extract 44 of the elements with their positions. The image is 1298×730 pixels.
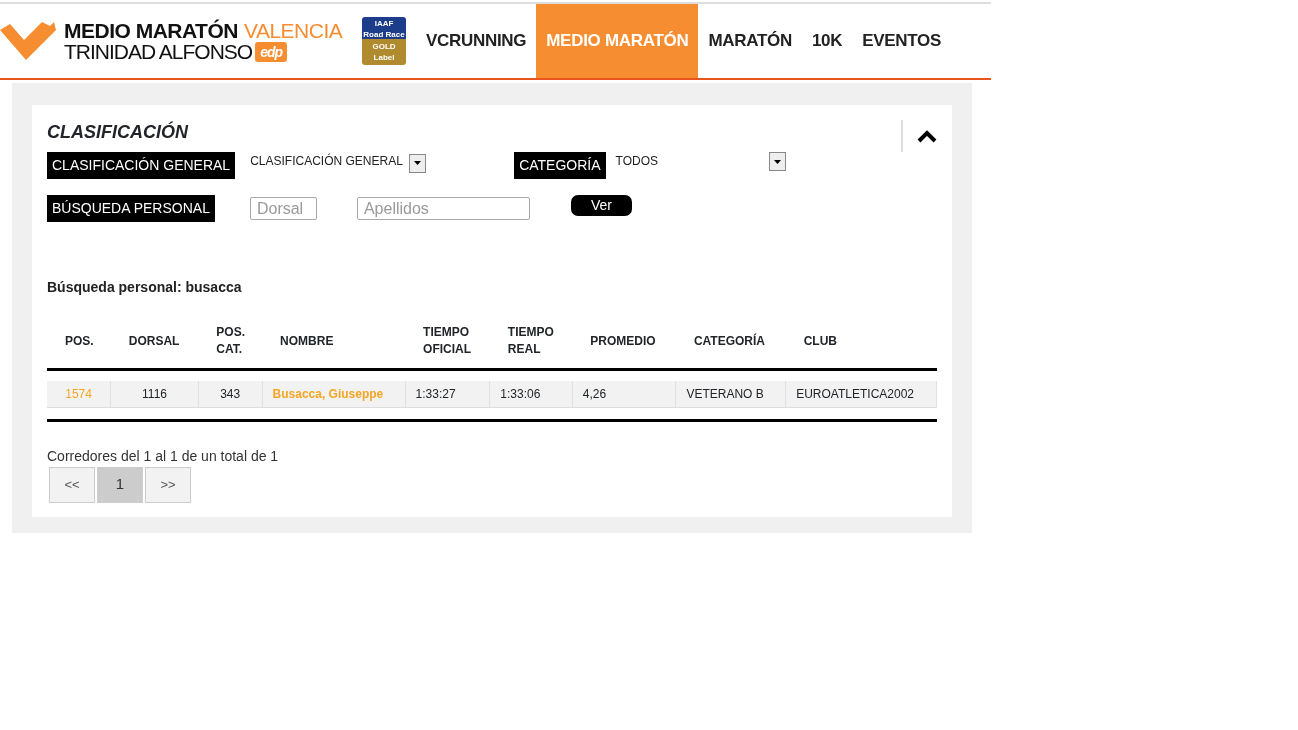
table-cell: 4,26 [572, 380, 676, 407]
nav-link[interactable]: 10K [801, 4, 853, 78]
nav-link[interactable]: MARATÓN [698, 4, 802, 78]
column-header: CLUB [803, 332, 837, 350]
search-button[interactable]: Ver [570, 195, 632, 216]
bib-number-field[interactable]: Dorsal [249, 197, 317, 220]
badge-text: IAAF [374, 19, 394, 28]
logo-sponsor: TRINIDAD ALFONSO [64, 41, 253, 62]
logo-city: VALENCIA [243, 19, 343, 42]
select-value[interactable]: TODOS [615, 152, 659, 170]
column-header: DORSAL [128, 332, 180, 350]
filter-label: BÚSQUEDA PERSONAL [47, 195, 215, 222]
nav-link[interactable]: VCRUNNING [416, 4, 537, 78]
badge-text: Road Race [363, 31, 405, 40]
filter-label: CATEGORÍA [514, 152, 606, 179]
search-caption: Búsqueda personal: busacca [47, 278, 243, 297]
table-cell: 1:33:27 [405, 380, 490, 407]
surname-field[interactable]: Apellidos [356, 197, 530, 220]
select-value[interactable]: CLASIFICACIÓN GENERAL [250, 152, 403, 170]
column-header: PROMEDIO [590, 332, 656, 350]
logo-title: MEDIO MARATÓN [64, 19, 238, 42]
badge-text: GOLD [372, 42, 396, 51]
sponsor-tag: edp [255, 42, 288, 62]
badge-text: Label [373, 54, 395, 63]
table-cell: 343 [198, 380, 263, 407]
logo-icon [0, 20, 56, 62]
column-header: NOMBRE [280, 332, 334, 350]
column-header: TIEMPO REAL [507, 324, 554, 358]
nav-link[interactable]: EVENTOS [852, 4, 952, 78]
page-button[interactable]: << [49, 466, 95, 503]
table-cell: 1116 [110, 380, 199, 407]
results-summary: Corredores del 1 al 1 de un total de 1 [47, 446, 280, 466]
collapse-icon[interactable] [917, 129, 937, 143]
table-cell: 1:33:06 [489, 380, 573, 407]
column-header: POS. CAT. [216, 324, 246, 358]
panel-title: CLASIFICACIÓN [47, 120, 188, 144]
column-header: POS. [65, 332, 94, 350]
table-cell: EUROATLETICA2002 [785, 380, 937, 407]
column-header: TIEMPO OFICIAL [423, 324, 472, 358]
column-header: CATEGORÍA [693, 332, 765, 350]
page-button[interactable]: >> [145, 466, 191, 503]
table-cell: VETERANO B [675, 380, 786, 407]
page-button[interactable]: 1 [97, 466, 143, 503]
filter-label: CLASIFICACIÓN GENERAL [47, 152, 236, 179]
